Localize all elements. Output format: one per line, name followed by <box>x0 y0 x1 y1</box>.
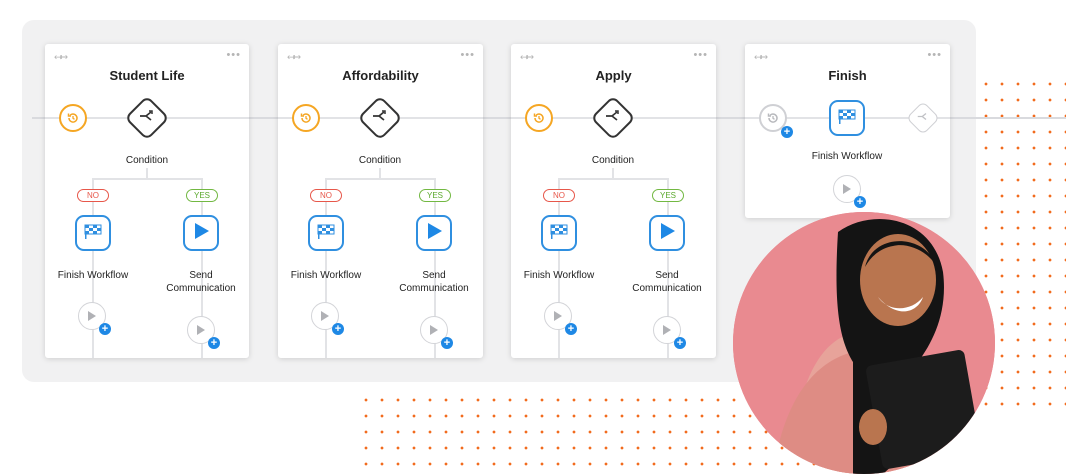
checkered-flag-icon <box>837 107 857 130</box>
move-icon[interactable]: ↤↦ <box>520 52 534 63</box>
finish-workflow-label: Finish Workflow <box>523 270 595 281</box>
condition-node[interactable] <box>124 95 170 141</box>
more-options-icon[interactable]: ••• <box>226 49 241 61</box>
no-branch-badge: NO <box>310 189 342 202</box>
checkered-flag-icon <box>83 222 103 245</box>
condition-label: Condition <box>125 155 169 166</box>
stage-card-finish: ↤↦ ••• Finish + Finish Workflow + <box>745 44 950 218</box>
send-communication-label: Send Communication <box>632 270 702 294</box>
history-icon[interactable] <box>525 104 553 132</box>
yes-branch-badge: YES <box>419 189 451 202</box>
add-step-button[interactable]: + <box>833 175 866 208</box>
plus-icon: + <box>781 126 793 138</box>
condition-node[interactable] <box>357 95 403 141</box>
finish-workflow-node[interactable] <box>308 215 344 251</box>
add-step-button[interactable]: + <box>187 316 220 349</box>
play-icon <box>657 221 677 246</box>
plus-icon: + <box>565 323 577 335</box>
history-icon[interactable] <box>292 104 320 132</box>
no-branch-badge: NO <box>77 189 109 202</box>
add-step-button[interactable]: + <box>653 316 686 349</box>
split-icon <box>372 109 388 128</box>
more-options-icon[interactable]: ••• <box>927 49 942 61</box>
plus-icon: + <box>208 337 220 349</box>
condition-label: Condition <box>591 155 635 166</box>
finish-workflow-node[interactable] <box>75 215 111 251</box>
stage-card-affordability: ↤↦ ••• Affordability Condition NO YES Fi… <box>278 44 483 358</box>
history-icon[interactable] <box>59 104 87 132</box>
send-communication-node[interactable] <box>649 215 685 251</box>
add-step-button[interactable]: + <box>420 316 453 349</box>
play-icon <box>424 221 444 246</box>
more-options-icon[interactable]: ••• <box>460 49 475 61</box>
send-communication-label: Send Communication <box>399 270 469 294</box>
plus-icon: + <box>441 337 453 349</box>
add-step-button[interactable]: + <box>78 302 111 335</box>
split-icon <box>917 109 929 127</box>
play-icon <box>191 221 211 246</box>
finish-workflow-node[interactable] <box>829 100 865 136</box>
stage-title: Finish <box>828 68 867 83</box>
send-communication-node[interactable] <box>183 215 219 251</box>
move-icon[interactable]: ↤↦ <box>287 52 301 63</box>
send-communication-node[interactable] <box>416 215 452 251</box>
stage-title: Student Life <box>109 68 185 83</box>
stage-title: Apply <box>595 68 632 83</box>
plus-icon: + <box>854 196 866 208</box>
plus-icon: + <box>674 337 686 349</box>
move-icon[interactable]: ↤↦ <box>54 52 68 63</box>
add-step-button[interactable]: + <box>311 302 344 335</box>
move-icon[interactable]: ↤↦ <box>754 52 768 63</box>
checkered-flag-icon <box>316 222 336 245</box>
yes-branch-badge: YES <box>652 189 684 202</box>
send-communication-label: Send Communication <box>166 270 236 294</box>
add-step-button[interactable]: + <box>544 302 577 335</box>
history-icon[interactable]: + <box>759 104 793 138</box>
split-icon <box>139 109 155 128</box>
no-branch-badge: NO <box>543 189 575 202</box>
split-icon <box>605 109 621 128</box>
finish-workflow-label: Finish Workflow <box>290 270 362 281</box>
condition-node[interactable] <box>906 101 940 135</box>
checkered-flag-icon <box>549 222 569 245</box>
stage-card-student-life: ↤↦ ••• Student Life Condition NO YES Fin… <box>45 44 249 358</box>
yes-branch-badge: YES <box>186 189 218 202</box>
condition-label: Condition <box>358 155 402 166</box>
plus-icon: + <box>332 323 344 335</box>
finish-workflow-node[interactable] <box>541 215 577 251</box>
condition-node[interactable] <box>590 95 636 141</box>
stage-title: Affordability <box>342 68 419 83</box>
finish-workflow-label: Finish Workflow <box>57 270 129 281</box>
finish-workflow-label: Finish Workflow <box>811 151 883 162</box>
person-photo <box>733 212 995 474</box>
plus-icon: + <box>99 323 111 335</box>
more-options-icon[interactable]: ••• <box>693 49 708 61</box>
stage-card-apply: ↤↦ ••• Apply Condition NO YES Finish Wor… <box>511 44 716 358</box>
